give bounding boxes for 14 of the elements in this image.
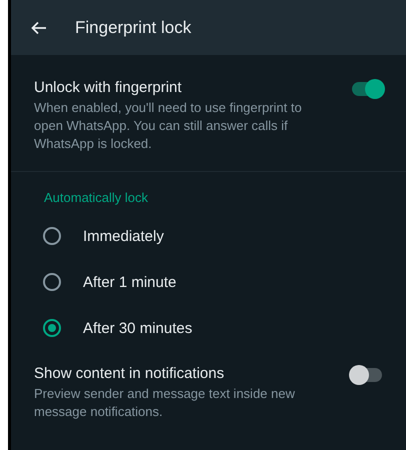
radio-button[interactable] [43, 273, 61, 291]
option-label[interactable]: After 1 minute [83, 274, 176, 290]
option-label[interactable]: Immediately [83, 228, 164, 244]
screen-title: Fingerprint lock [75, 18, 192, 38]
setting-description: Preview sender and message text inside new message notifications. [34, 385, 296, 421]
section-heading: Automatically lock [44, 190, 150, 205]
radio-button[interactable] [43, 227, 61, 245]
option-label[interactable]: After 30 minutes [83, 320, 192, 336]
radio-button[interactable] [43, 319, 61, 337]
setting-title: Show content in notifications [34, 365, 226, 382]
toggle-switch[interactable] [352, 82, 382, 96]
toggle-switch[interactable] [352, 368, 382, 382]
setting-title: Unlock with fingerprint [34, 79, 183, 96]
setting-description: When enabled, you'll need to use fingerprint to open WhatsApp. You can still answer calls if WhatsApp is locked. [34, 99, 303, 153]
